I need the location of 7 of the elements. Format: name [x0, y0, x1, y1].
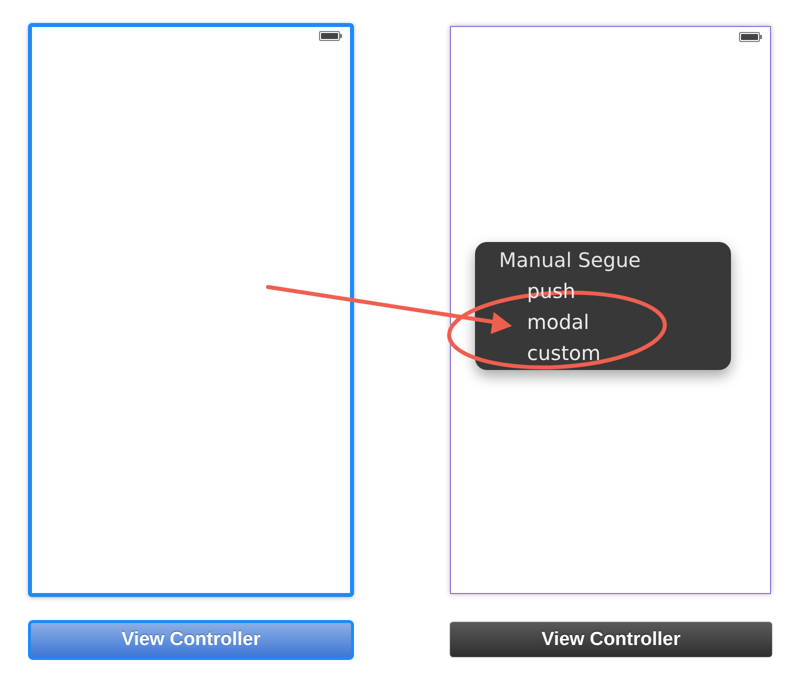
scene-title-bar[interactable]: View Controller	[449, 621, 773, 658]
screen-frame[interactable]	[28, 23, 354, 597]
menu-title: Manual Segue	[499, 247, 641, 274]
battery-icon	[319, 31, 342, 41]
menu-item[interactable]: modal	[527, 307, 590, 338]
battery-icon	[739, 32, 762, 42]
menu-item[interactable]: custom	[527, 338, 601, 369]
